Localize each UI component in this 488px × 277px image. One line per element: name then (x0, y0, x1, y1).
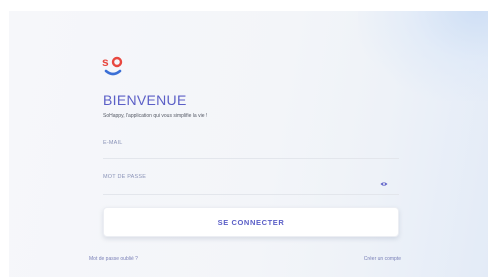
password-label: MOT DE PASSE (103, 174, 147, 180)
create-account-link[interactable]: Créer un compte (364, 256, 401, 263)
eye-icon[interactable] (380, 181, 388, 187)
password-input[interactable] (103, 182, 373, 191)
email-input[interactable] (103, 148, 373, 157)
background-glow (358, 11, 488, 101)
welcome-title: BIENVENUE (103, 92, 187, 108)
login-screen: s BIENVENUE SoHappy, l'application qui v… (0, 0, 488, 277)
forgot-password-link[interactable]: Mot de passe oublié ? (89, 256, 138, 263)
email-label: E-MAIL (103, 140, 123, 146)
login-button[interactable]: SE CONNECTER (103, 207, 399, 237)
password-field[interactable]: MOT DE PASSE (103, 174, 399, 195)
svg-text:s: s (102, 55, 109, 69)
app-tagline: SoHappy, l'application qui vous simplifi… (103, 113, 208, 119)
sohappy-logo: s (102, 55, 123, 76)
email-field[interactable]: E-MAIL (103, 140, 399, 159)
